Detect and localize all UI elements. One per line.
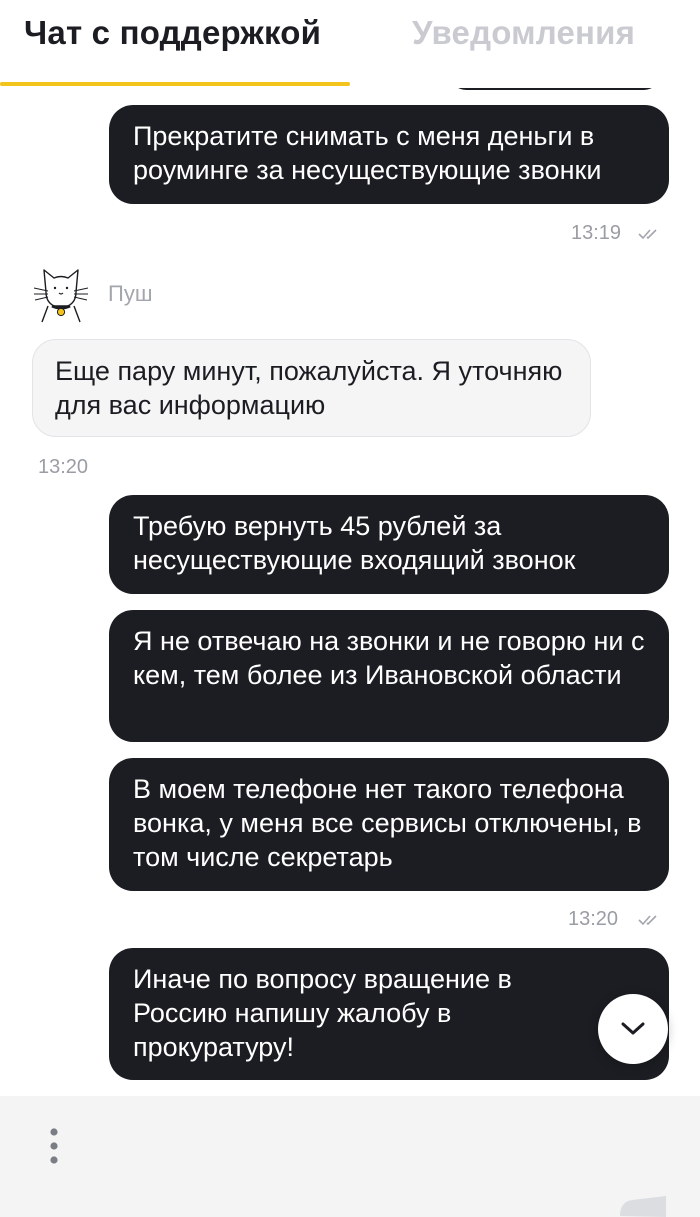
cat-icon xyxy=(33,269,89,323)
chat-feed[interactable]: Прекратите снимать с меня деньги в роуми… xyxy=(0,88,700,1096)
message-time: 13:19 xyxy=(571,222,622,244)
message-time: 13:20 xyxy=(38,456,89,478)
sender-name: Пуш xyxy=(108,281,153,306)
message-outgoing: Требую вернуть 45 рублей за несуществующ… xyxy=(109,495,669,594)
message-text: Еще пару минут, пожалуйста. Я уточняю дл… xyxy=(55,356,563,420)
double-check-icon xyxy=(638,915,657,926)
scroll-to-bottom-button[interactable] xyxy=(598,994,668,1064)
input-bar xyxy=(0,1096,700,1217)
message-outgoing: Иначе по вопросу вращение в Россию напиш… xyxy=(109,948,669,1080)
message-bubble-previous xyxy=(450,88,660,90)
message-outgoing: Прекратите снимать с меня деньги в роуми… xyxy=(109,105,669,204)
message-text: Прекратите снимать с меня деньги в роуми… xyxy=(133,121,602,185)
message-time: 13:20 xyxy=(568,908,619,930)
chevron-down-icon xyxy=(621,1022,645,1035)
send-icon[interactable] xyxy=(618,1196,668,1217)
tab-chat-support[interactable]: Чат с поддержкой xyxy=(24,14,321,52)
message-incoming: Еще пару минут, пожалуйста. Я уточняю дл… xyxy=(32,339,591,437)
message-text: Иначе по вопросу вращение в Россию напиш… xyxy=(133,964,512,1062)
active-tab-indicator xyxy=(0,82,350,86)
tab-bar: Чат с поддержкой Уведомления xyxy=(0,0,700,88)
message-text: Требую вернуть 45 рублей за несуществующ… xyxy=(133,511,576,575)
tab-notifications[interactable]: Уведомления xyxy=(412,14,635,52)
message-outgoing: В моем телефоне нет такого телефона вонк… xyxy=(109,758,669,891)
double-check-icon xyxy=(638,229,657,240)
message-outgoing: Я не отвечаю на звонки и не говорю ни с … xyxy=(109,610,669,742)
message-text: Я не отвечаю на звонки и не говорю ни с … xyxy=(133,626,645,690)
vertical-dots-icon[interactable] xyxy=(44,1126,64,1166)
message-text: В моем телефоне нет такого телефона вонк… xyxy=(133,774,642,872)
